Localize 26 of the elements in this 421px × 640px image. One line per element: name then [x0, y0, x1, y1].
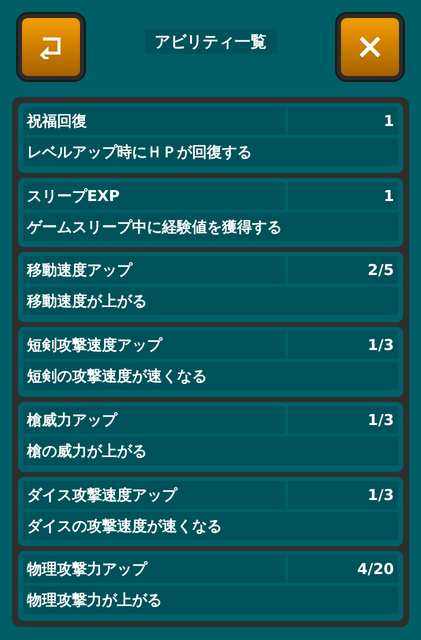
ability-level: 2/5 — [288, 256, 398, 284]
ability-name: 物理攻撃力アップ — [23, 555, 285, 584]
ability-name: 移動速度アップ — [23, 256, 285, 284]
ability-level: 1 — [288, 107, 398, 135]
ability-description: レベルアップ時にＨＰが回復する — [23, 138, 398, 166]
ability-level: 1 — [288, 182, 398, 210]
ability-name: ダイス攻撃速度アップ — [23, 480, 285, 509]
close-icon — [358, 35, 382, 59]
ability-description: 移動速度が上がる — [23, 287, 398, 316]
ability-level: 1/3 — [288, 406, 398, 434]
close-button[interactable] — [337, 14, 403, 80]
back-icon — [39, 35, 63, 59]
ability-description: 槍の威力が上がる — [23, 436, 398, 465]
dialog-title: アビリティ一覧 — [144, 29, 276, 54]
ability-name: スリープEXP — [23, 182, 285, 210]
ability-description: ダイスの攻撃速度が速くなる — [23, 512, 398, 540]
ability-name: 祝福回復 — [23, 107, 285, 135]
ability-level: 4/20 — [288, 555, 398, 584]
back-button[interactable] — [18, 14, 84, 80]
ability-name: 槍威力アップ — [23, 406, 285, 434]
ability-description: ゲームスリープ中に経験値を獲得する — [23, 212, 398, 241]
ability-level: 1/3 — [288, 331, 398, 360]
ability-description: 物理攻撃力が上がる — [23, 586, 398, 614]
ability-description: 短剣の攻撃速度が速くなる — [23, 362, 398, 390]
ability-name: 短剣攻撃速度アップ — [23, 331, 285, 360]
ability-level: 1/3 — [288, 480, 398, 509]
